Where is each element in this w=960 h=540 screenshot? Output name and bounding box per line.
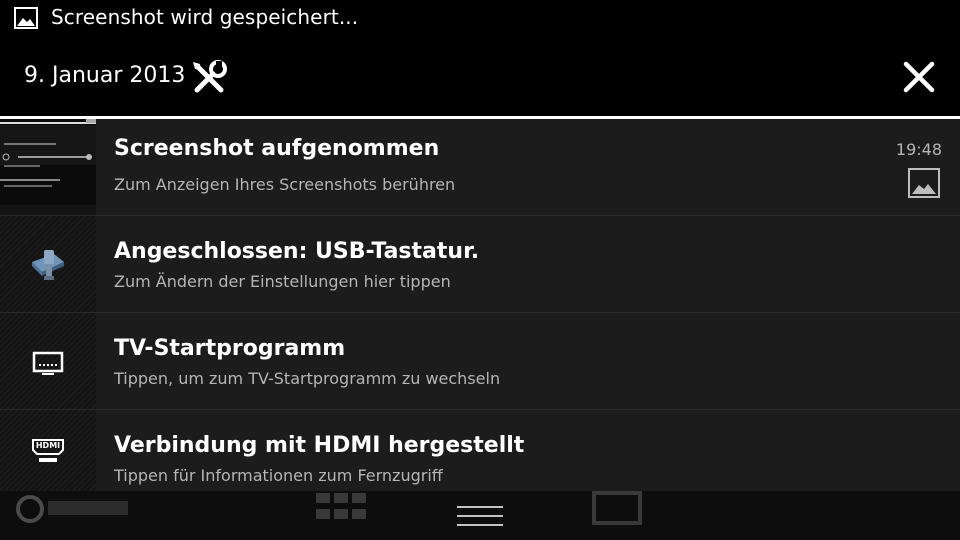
drag-handle-icon[interactable] [457,505,503,527]
notification-thumbnail [0,119,96,215]
screenshot-thumbnail [0,119,96,215]
notification-list: Screenshot aufgenommen Zum Anzeigen Ihre… [0,119,960,491]
bottom-bar [0,491,960,540]
background-grid-icon [316,493,366,519]
notification-subtitle: Tippen, um zum TV-Startprogramm zu wechs… [114,369,501,388]
notification-title: Screenshot aufgenommen [114,136,440,161]
notification-title: Angeschlossen: USB-Tastatur. [114,239,480,264]
status-bar: Screenshot wird gespeichert... [0,0,960,38]
notification-usb-keyboard[interactable]: Angeschlossen: USB-Tastatur. Zum Ändern … [0,216,960,313]
notification-icon-area [0,313,96,409]
settings-tools-icon[interactable] [189,58,229,98]
notification-subtitle: Zum Anzeigen Ihres Screenshots berühren [114,175,456,194]
hdmi-icon: HDMI [32,439,64,462]
background-app-icon [592,491,642,525]
notification-hdmi[interactable]: HDMI Verbindung mit HDMI hergestellt Tip… [0,410,960,491]
notification-header: 9. Januar 2013 [0,38,960,116]
background-app-icon [16,495,128,523]
notification-tv-launcher[interactable]: TV-Startprogramm Tippen, um zum TV-Start… [0,313,960,410]
status-text: Screenshot wird gespeichert... [51,5,359,29]
notification-title: TV-Startprogramm [114,336,346,361]
notification-time: 19:48 [895,140,942,159]
usb-keyboard-icon [32,250,64,280]
image-icon [14,7,38,29]
notification-icon-area [0,216,96,312]
tv-icon [32,351,64,375]
notification-subtitle: Zum Ändern der Einstellungen hier tippen [114,272,451,291]
notification-title: Verbindung mit HDMI hergestellt [114,433,525,458]
image-icon [908,168,940,198]
svg-text:HDMI: HDMI [36,441,60,450]
notification-screenshot[interactable]: Screenshot aufgenommen Zum Anzeigen Ihre… [0,119,960,216]
notification-icon-area: HDMI [0,410,96,491]
close-icon[interactable] [900,58,938,96]
date-label: 9. Januar 2013 [24,63,186,88]
notification-subtitle: Tippen für Informationen zum Fernzugriff [114,466,443,485]
